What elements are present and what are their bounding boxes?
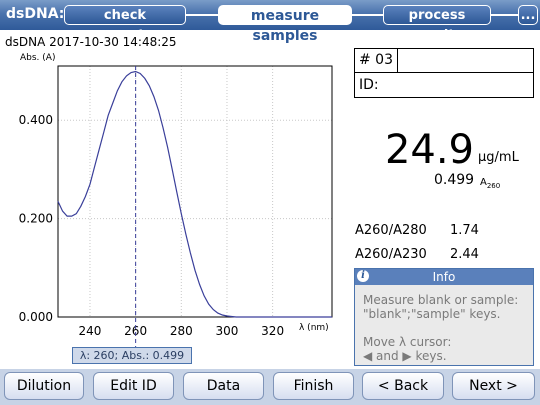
next-button[interactable]: Next > bbox=[452, 372, 535, 400]
x-axis-label: λ (nm) bbox=[299, 323, 329, 333]
ratio-260-280-label: A260/A280 bbox=[355, 223, 427, 238]
concentration-value: 24.9 bbox=[384, 127, 474, 173]
sample-id-table: # 03 ID: bbox=[354, 48, 534, 98]
x-axis-ticks: 240 260 280 300 320 bbox=[79, 324, 285, 338]
info-line-1: Measure blank or sample: bbox=[363, 293, 519, 307]
x-tick-label: 320 bbox=[261, 324, 284, 338]
sample-number: # 03 bbox=[355, 49, 398, 73]
ratio-260-230-label: A260/A230 bbox=[355, 247, 427, 262]
spectrum-line bbox=[57, 70, 332, 318]
tab-connector bbox=[185, 14, 219, 16]
y-axis-ticks: 0.000 0.200 0.400 bbox=[19, 113, 53, 324]
info-title: Info bbox=[432, 270, 456, 284]
tab-more[interactable]: ... bbox=[518, 5, 538, 25]
info-line-4: ◀ and ▶ keys. bbox=[363, 349, 447, 363]
y-tick-label: 0.400 bbox=[19, 113, 53, 127]
info-line-3: Move λ cursor: bbox=[363, 335, 452, 349]
y-tick-label: 0.000 bbox=[19, 310, 53, 324]
dilution-button[interactable]: Dilution bbox=[4, 372, 84, 400]
info-panel: i Info Measure blank or sample: "blank";… bbox=[354, 268, 534, 366]
tab-process-results[interactable]: process results bbox=[383, 5, 491, 43]
y-tick-label: 0.200 bbox=[19, 212, 53, 226]
plot-frame bbox=[57, 65, 333, 318]
tab-connector bbox=[351, 14, 385, 16]
absorbance-unit: A260 bbox=[480, 177, 500, 190]
tab-connector bbox=[491, 14, 519, 16]
concentration-unit: µg/mL bbox=[478, 150, 519, 165]
x-tick-label: 300 bbox=[216, 324, 239, 338]
absorbance-value: 0.499 bbox=[434, 172, 475, 188]
info-line-2: "blank";"sample" keys. bbox=[363, 307, 501, 321]
y-axis-label: Abs. (A) bbox=[20, 53, 55, 63]
tab-check-parameters[interactable]: check parameters bbox=[64, 5, 186, 43]
app-label: dsDNA: bbox=[6, 6, 65, 22]
info-icon: i bbox=[357, 270, 369, 282]
tab-measure-samples[interactable]: measure samples bbox=[218, 5, 352, 44]
data-button[interactable]: Data bbox=[183, 372, 264, 400]
sample-number-blank-cell bbox=[398, 49, 533, 73]
info-header: i Info bbox=[355, 269, 533, 285]
ratio-260-280-value: 1.74 bbox=[450, 223, 479, 238]
x-tick-label: 280 bbox=[170, 324, 193, 338]
sample-id-label[interactable]: ID: bbox=[359, 74, 379, 97]
absorbance-unit-letter: A bbox=[480, 177, 487, 188]
edit-id-button[interactable]: Edit ID bbox=[93, 372, 174, 400]
sample-title: dsDNA 2017-10-30 14:48:25 bbox=[5, 35, 177, 49]
chart-grid bbox=[58, 66, 332, 318]
cursor-readout: λ: 260; Abs.: 0.499 bbox=[72, 347, 192, 364]
absorbance-unit-wavelength: 260 bbox=[486, 182, 501, 190]
back-button[interactable]: < Back bbox=[362, 372, 444, 400]
absorbance-chart[interactable]: 240 260 280 300 320 0.0000.2000.400 Abs. (A)… bbox=[0, 48, 350, 348]
x-tick-label: 240 bbox=[79, 324, 102, 338]
ratio-260-230-value: 2.44 bbox=[450, 247, 479, 262]
finish-button[interactable]: Finish bbox=[273, 372, 354, 400]
